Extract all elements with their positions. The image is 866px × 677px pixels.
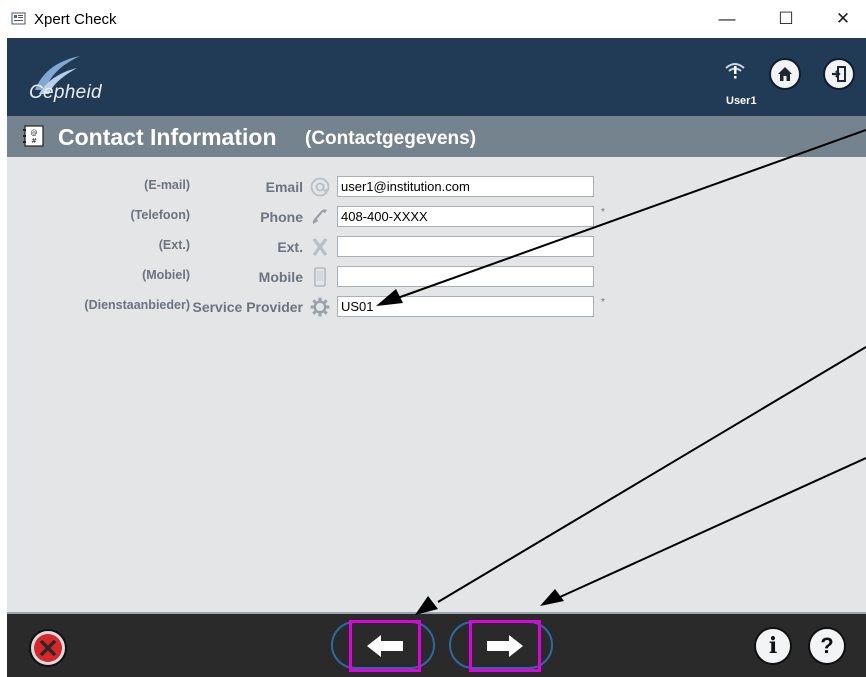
arrow-left-icon xyxy=(367,635,403,657)
ext-row: (Ext.) Ext. xyxy=(7,236,866,260)
window-title: Xpert Check xyxy=(34,11,117,28)
contact-card-icon: @ # xyxy=(23,125,44,147)
service-provider-label: Service Provider xyxy=(192,299,303,315)
phone-dutch-label: (Telefoon) xyxy=(130,208,190,222)
maximize-button[interactable]: ☐ xyxy=(762,0,810,38)
phone-icon xyxy=(312,209,327,224)
ext-label: Ext. xyxy=(277,239,303,255)
mobile-label: Mobile xyxy=(258,269,303,285)
email-label: Email xyxy=(265,179,303,195)
page-title: Contact Information xyxy=(58,124,277,150)
cancel-icon xyxy=(34,634,62,662)
service-provider-required-mark: * xyxy=(601,297,605,308)
arrow-right-icon xyxy=(487,635,523,657)
mobile-field[interactable] xyxy=(337,266,594,287)
exit-button[interactable] xyxy=(823,58,855,90)
window-titlebar: Xpert Check — ☐ ✕ xyxy=(0,0,866,38)
cancel-button[interactable] xyxy=(29,629,67,667)
user-label: User1 xyxy=(726,95,757,107)
x-icon xyxy=(312,238,328,256)
exit-icon xyxy=(832,66,846,82)
next-button[interactable] xyxy=(469,620,541,672)
mobile-dutch-label: (Mobiel) xyxy=(142,268,190,282)
info-icon: i xyxy=(768,633,778,659)
mobile-icon xyxy=(314,267,326,287)
minimize-button[interactable]: — xyxy=(703,0,751,38)
service-provider-row: (Dienstaanbieder) Service Provider * xyxy=(7,296,866,320)
phone-required-mark: * xyxy=(601,207,605,218)
minimize-icon: — xyxy=(718,9,736,28)
footer-bar: i ? xyxy=(7,614,866,677)
info-button[interactable]: i xyxy=(754,627,792,665)
phone-label: Phone xyxy=(260,209,303,225)
logo-text: Cepheid xyxy=(29,82,102,103)
form-panel: (E-mail) Email (Telefoon) Phone * (Ext.)… xyxy=(7,157,866,614)
page-subtitle: (Contactgegevens) xyxy=(305,128,477,149)
email-field[interactable] xyxy=(337,176,594,197)
service-provider-dutch-label: (Dienstaanbieder) xyxy=(84,298,190,312)
app-header: Cepheid User1 xyxy=(7,38,866,116)
phone-field[interactable] xyxy=(337,206,594,227)
close-button[interactable]: ✕ xyxy=(819,0,866,38)
home-icon xyxy=(778,67,792,81)
mobile-row: (Mobiel) Mobile xyxy=(7,266,866,290)
svg-text:@: @ xyxy=(31,129,38,137)
email-dutch-label: (E-mail) xyxy=(144,178,190,192)
service-provider-field[interactable] xyxy=(337,296,594,317)
maximize-icon: ☐ xyxy=(778,9,794,28)
email-row: (E-mail) Email xyxy=(7,176,866,200)
ext-field[interactable] xyxy=(337,236,594,257)
home-button[interactable] xyxy=(769,58,801,90)
gear-icon xyxy=(310,297,330,317)
at-icon xyxy=(310,177,330,197)
section-title-bar: @ # Contact Information (Contactgegevens… xyxy=(7,116,866,157)
ext-dutch-label: (Ext.) xyxy=(158,238,190,252)
help-button[interactable]: ? xyxy=(808,627,846,665)
svg-text:#: # xyxy=(31,137,37,145)
user-warning-icon xyxy=(725,63,745,79)
help-icon: ? xyxy=(820,633,834,658)
app-icon xyxy=(11,12,26,25)
back-button[interactable] xyxy=(349,620,421,672)
close-icon: ✕ xyxy=(835,9,851,28)
phone-row: (Telefoon) Phone * xyxy=(7,206,866,230)
